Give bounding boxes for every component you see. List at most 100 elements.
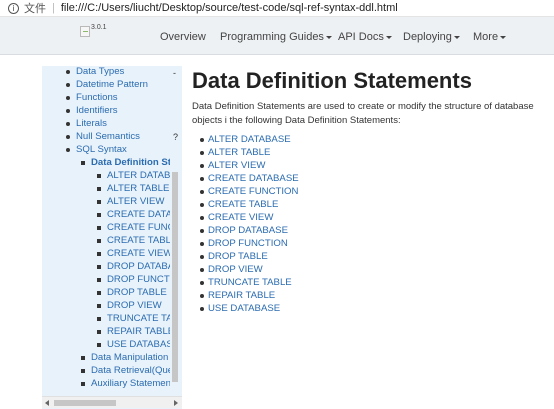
scrollbar-thumb[interactable]: [172, 172, 178, 382]
caret-down-icon: [453, 35, 460, 39]
nav-api-docs[interactable]: API Docs: [338, 31, 392, 43]
statement-link-label: CREATE TABLE: [208, 199, 279, 210]
sidebar-item-label: Literals: [76, 118, 107, 129]
nav-more[interactable]: More: [473, 31, 507, 43]
sidebar-item[interactable]: USE DATABAS: [97, 339, 170, 351]
sidebar-item[interactable]: Identifiers: [66, 105, 118, 117]
sidebar-item-label: USE DATABAS: [107, 339, 170, 350]
sidebar-item[interactable]: DROP VIEW: [97, 300, 162, 312]
sidebar-item[interactable]: DROP TABLE: [97, 287, 167, 299]
bullet-icon: [66, 96, 70, 100]
bullet-icon: [81, 356, 85, 360]
bullet-icon: [200, 164, 204, 168]
statement-link-label: ALTER DATABASE: [208, 134, 291, 145]
sidebar-item[interactable]: ALTER DATAB: [97, 170, 170, 182]
nav-programming-guides[interactable]: Programming Guides: [220, 31, 332, 43]
statement-link-label: USE DATABASE: [208, 303, 281, 314]
bullet-icon: [97, 317, 101, 321]
statement-link-label: CREATE DATABASE: [208, 173, 299, 184]
scroll-right-icon[interactable]: [174, 400, 178, 406]
sidebar-item-label: TRUNCATE TA: [107, 313, 170, 324]
bullet-icon: [97, 252, 101, 256]
bullet-icon: [200, 151, 204, 155]
bullet-icon: [97, 226, 101, 230]
sidebar-item-label: CREATE FUNC: [107, 222, 170, 233]
statement-link-label: DROP TABLE: [208, 251, 268, 262]
sidebar-item[interactable]: Data Retrieval(Que: [81, 365, 170, 377]
bullet-icon: [97, 278, 101, 282]
bullet-icon: [200, 307, 204, 311]
sidebar-item-label: Functions: [76, 92, 118, 103]
bullet-icon: [66, 148, 70, 152]
sidebar-item[interactable]: Null Semantics: [66, 131, 140, 143]
sidebar-item[interactable]: REPAIR TABLE: [97, 326, 170, 338]
sidebar-item-label: Data Manipulation: [91, 352, 169, 363]
bullet-icon: [200, 268, 204, 272]
statement-link-label: CREATE FUNCTION: [208, 186, 299, 197]
nav-overview[interactable]: Overview: [160, 31, 206, 43]
statement-link-label: DROP FUNCTION: [208, 238, 288, 249]
intro-paragraph: Data Definition Statements are used to c…: [192, 101, 534, 126]
brand-logo[interactable]: 3.0.1: [80, 24, 107, 37]
sidebar-item-label: DROP TABLE: [107, 287, 167, 298]
bullet-icon: [200, 281, 204, 285]
scroll-left-icon[interactable]: [45, 400, 49, 406]
sidebar-item-label: Null Semantics: [76, 131, 140, 142]
url-text[interactable]: file:///C:/Users/liucht/Desktop/source/t…: [61, 2, 398, 14]
sidebar-item-label: Identifiers: [76, 105, 118, 116]
sidebar-item[interactable]: CREATE FUNC: [97, 222, 170, 234]
bullet-icon: [66, 122, 70, 126]
page-title: Data Definition Statements: [192, 68, 472, 93]
bullet-icon: [200, 216, 204, 220]
bullet-icon: [200, 229, 204, 233]
sidebar-vertical-scrollbar[interactable]: - ?: [170, 66, 182, 396]
sidebar-horizontal-scrollbar[interactable]: [42, 396, 182, 408]
bullet-icon: [81, 369, 85, 373]
bullet-icon: [200, 190, 204, 194]
sidebar-item-label: Datetime Pattern: [76, 79, 148, 90]
sidebar-item[interactable]: Datetime Pattern: [66, 79, 148, 91]
sidebar-item-label: CREATE DATA: [107, 209, 170, 220]
top-navbar: 3.0.1 Overview Programming Guides API Do…: [0, 17, 554, 55]
caret-down-icon: [500, 35, 507, 39]
bullet-icon: [200, 177, 204, 181]
url-separator: |: [52, 2, 55, 14]
sidebar-item[interactable]: Data Types: [66, 66, 125, 78]
sidebar-item[interactable]: CREATE DATA: [97, 209, 170, 221]
bullet-icon: [200, 242, 204, 246]
sidebar-nav: Data Types Datetime Pattern Functions Ident…: [42, 66, 182, 409]
sidebar-item[interactable]: DROP FUNCT: [97, 274, 170, 286]
sidebar-item[interactable]: CREATE TABL: [97, 235, 170, 247]
sidebar-item[interactable]: ALTER TABLE: [97, 183, 169, 195]
bullet-icon: [66, 83, 70, 87]
nav-label: Programming Guides: [220, 31, 324, 43]
sidebar-item[interactable]: Auxiliary Statemen: [81, 378, 170, 390]
bullet-icon: [97, 187, 101, 191]
sidebar-item-label: CREATE VIEW: [107, 248, 170, 259]
bullet-icon: [97, 291, 101, 295]
sidebar-item-label: Data Definition St: [91, 157, 170, 168]
sidebar-item[interactable]: Literals: [66, 118, 107, 130]
info-icon[interactable]: i: [8, 2, 19, 14]
sidebar-item-label: CREATE TABL: [107, 235, 170, 246]
sidebar-item-label: Auxiliary Statemen: [91, 378, 170, 389]
browser-address-bar[interactable]: i 文件 | file:///C:/Users/liucht/Desktop/s…: [0, 0, 554, 17]
bullet-icon: [200, 294, 204, 298]
caret-down-icon: [325, 35, 332, 39]
sidebar-item[interactable]: TRUNCATE TA: [97, 313, 170, 325]
nav-label: Deploying: [403, 31, 452, 43]
scrollbar-thumb[interactable]: [54, 400, 116, 406]
sidebar-item[interactable]: CREATE VIEW: [97, 248, 170, 260]
statement-link-label: ALTER VIEW: [208, 160, 266, 171]
sidebar-item[interactable]: SQL Syntax: [66, 144, 127, 156]
bullet-icon: [97, 239, 101, 243]
nav-deploying[interactable]: Deploying: [403, 31, 460, 43]
sidebar-item-label: Data Types: [76, 66, 125, 77]
sidebar-item[interactable]: Data Manipulation: [81, 352, 169, 364]
sidebar-item[interactable]: Data Definition St: [81, 157, 170, 169]
bullet-icon: [97, 304, 101, 308]
sidebar-item[interactable]: ALTER VIEW: [97, 196, 164, 208]
sidebar-item[interactable]: DROP DATABA: [97, 261, 170, 273]
caret-down-icon: [385, 35, 392, 39]
sidebar-item[interactable]: Functions: [66, 92, 118, 104]
